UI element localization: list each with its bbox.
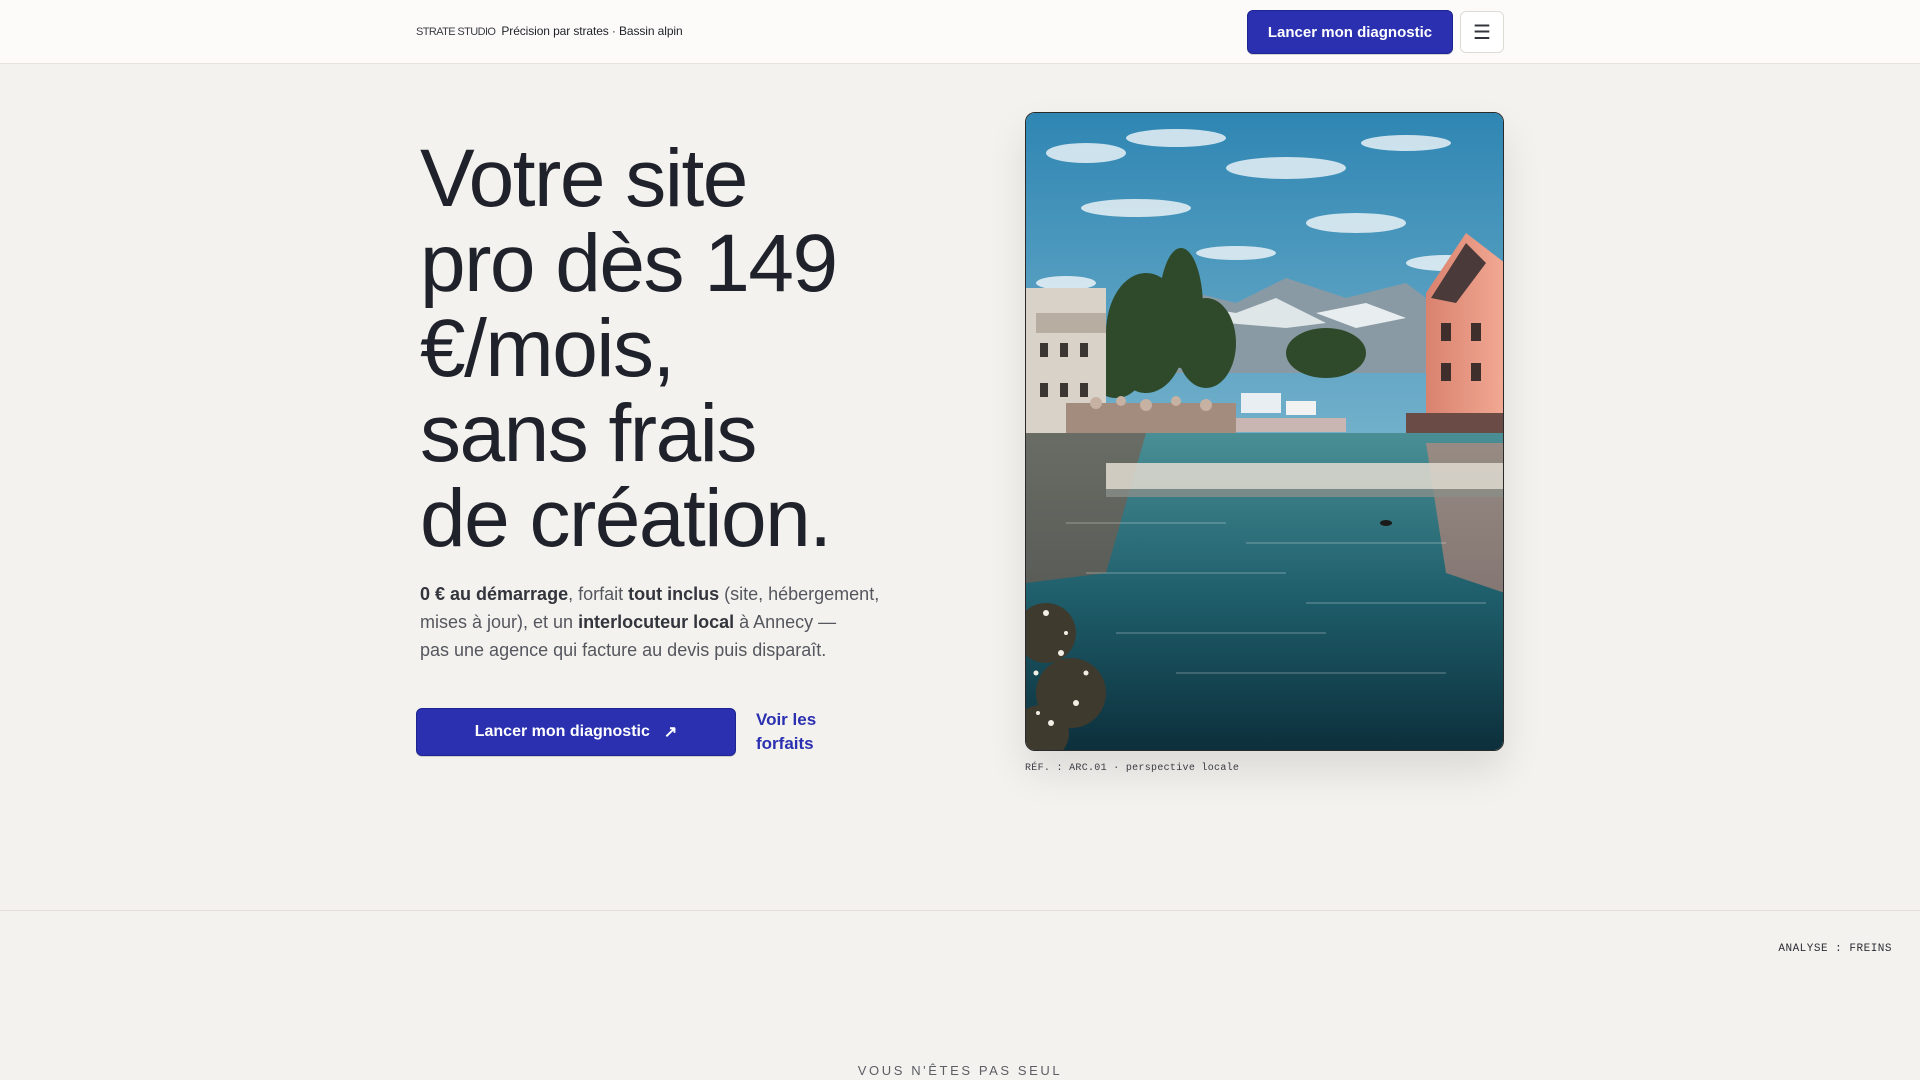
highlight-all-inclusive: tout inclus (628, 584, 720, 604)
highlight-zero-start: 0 € au démarrage (420, 584, 569, 604)
hero-description-line: mises à jour), et un interlocuteur local… (420, 612, 837, 632)
header-diagnostic-button[interactable]: Lancer mon diagnostic (1247, 10, 1453, 54)
hero-title-line: €/mois, (420, 303, 675, 394)
hero-description: 0 € au démarrage, forfait tout inclus (s… (420, 580, 920, 664)
hero-description-line: pas une agence qui facture au devis puis… (420, 640, 827, 660)
section-divider (0, 910, 1920, 911)
hero-cta-label: Lancer mon diagnostic (474, 723, 650, 740)
photo-caption: RÉF. : ARC.01 · perspective locale (1025, 763, 1240, 774)
brand-tagline: Précision par strates · Bassin alpin (501, 24, 683, 38)
hero-photo-annecy (1025, 112, 1504, 751)
hero-title-line: Votre site (420, 133, 748, 224)
menu-button[interactable]: ☰ (1460, 11, 1504, 53)
hero-title-line: pro dès 149 (420, 218, 838, 309)
annecy-canal-illustration (1026, 113, 1503, 750)
highlight-local-contact: interlocuteur local (578, 612, 735, 632)
view-plans-link[interactable]: Voir les forfaits (756, 708, 846, 756)
section-eyebrow: VOUS N'ÊTES PAS SEUL (857, 1063, 1063, 1078)
site-header: STRATE STUDIO Précision par strates · Ba… (0, 0, 1920, 64)
hero-diagnostic-button[interactable]: Lancer mon diagnostic ↗ (416, 708, 736, 756)
brand-logo[interactable]: STRATE STUDIO (416, 26, 496, 38)
section-tag: ANALYSE : FREINS (1778, 943, 1892, 955)
hamburger-menu-icon: ☰ (1473, 21, 1491, 44)
hero-title: Votre site pro dès 149 €/mois, sans frai… (420, 136, 940, 561)
hero-description-line: 0 € au démarrage, forfait tout inclus (s… (420, 584, 880, 604)
brand[interactable]: STRATE STUDIO Précision par strates · Ba… (416, 24, 683, 38)
hero-title-line: sans frais (420, 388, 757, 479)
hero-title-line: de création. (420, 473, 832, 564)
arrow-up-right-icon: ↗ (663, 724, 678, 741)
